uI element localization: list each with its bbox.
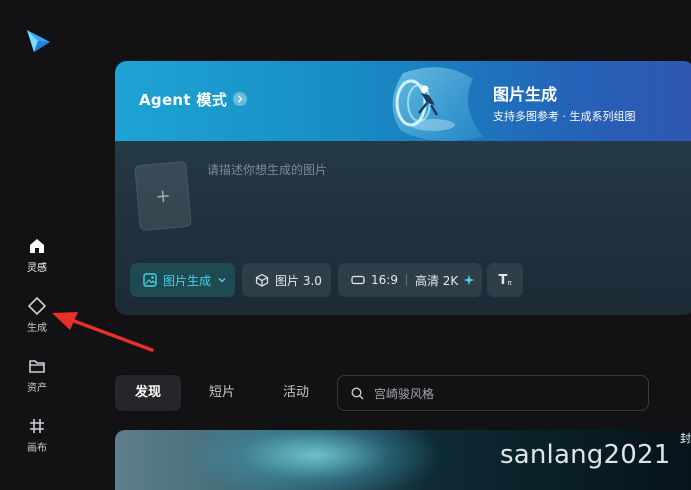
search-input[interactable]: [372, 383, 636, 405]
mode-banner: Agent 模式 图片生成 支持多图参考 · 生成系列组图: [115, 61, 691, 141]
sidebar-item-label: 灵感: [27, 263, 47, 274]
prompt-composer: + 请描述你想生成的图片 图片生成 图片 3.0 16:9 高清 2K T π: [115, 141, 691, 315]
cropped-label: 封: [680, 432, 691, 445]
sidebar-item-inspiration[interactable]: 灵感: [0, 236, 74, 274]
model-label: 图片 3.0: [275, 273, 322, 288]
ratio-label: 16:9: [371, 273, 398, 287]
banner-illustration: [392, 67, 483, 141]
banner-title: 图片生成: [493, 85, 558, 104]
agent-mode-label: Agent 模式: [139, 91, 227, 109]
mode-select[interactable]: 图片生成: [130, 263, 235, 297]
prompt-input[interactable]: 请描述你想生成的图片: [207, 161, 647, 178]
chevron-down-icon: [218, 278, 226, 283]
sidebar-item-label: 画布: [27, 443, 47, 454]
sidebar-item-label: 生成: [27, 323, 47, 334]
diamond-icon: [27, 296, 47, 316]
chevron-right-icon: [233, 91, 247, 106]
sidebar-item-assets[interactable]: 资产: [0, 356, 74, 394]
search-icon: [351, 387, 364, 400]
text-style-button[interactable]: Tπ: [487, 263, 523, 297]
folder-icon: [29, 360, 45, 373]
aspect-ratio-icon: [351, 275, 365, 285]
app-logo-icon[interactable]: [24, 28, 52, 54]
tab-events[interactable]: 活动: [263, 375, 329, 411]
quality-label: 高清 2K: [414, 273, 459, 288]
agent-mode-link[interactable]: Agent 模式: [139, 89, 247, 110]
reference-image-upload[interactable]: +: [134, 160, 192, 232]
plus-icon: +: [154, 184, 172, 208]
tab-discover[interactable]: 发现: [115, 375, 181, 411]
generation-card: Agent 模式 图片生成 支持多图参考 · 生成系列组图 + 请描述你想生成的…: [115, 61, 691, 315]
mode-label: 图片生成: [163, 273, 212, 288]
sidebar: 灵感 生成 资产 画布: [0, 0, 74, 484]
tab-shorts[interactable]: 短片: [189, 375, 255, 411]
cube-icon: [255, 273, 269, 287]
watermark-text: sanlang2021: [500, 440, 671, 470]
home-icon: [30, 239, 44, 253]
search-box[interactable]: [337, 375, 649, 411]
sparkle-icon: [463, 274, 475, 286]
sidebar-item-label: 资产: [27, 383, 47, 394]
ratio-quality-select[interactable]: 16:9 高清 2K: [338, 263, 482, 297]
grid-hash-icon: [30, 419, 44, 433]
model-select[interactable]: 图片 3.0: [242, 263, 331, 297]
text-style-icon: T: [498, 272, 508, 288]
text-style-sub-icon: π: [507, 279, 512, 287]
sidebar-item-generate[interactable]: 生成: [0, 296, 74, 334]
preview-highlight: [185, 430, 445, 490]
divider: [405, 274, 407, 286]
image-generate-icon: [143, 273, 157, 287]
banner-subtitle: 支持多图参考 · 生成系列组图: [493, 110, 636, 123]
sidebar-item-canvas[interactable]: 画布: [0, 416, 74, 454]
